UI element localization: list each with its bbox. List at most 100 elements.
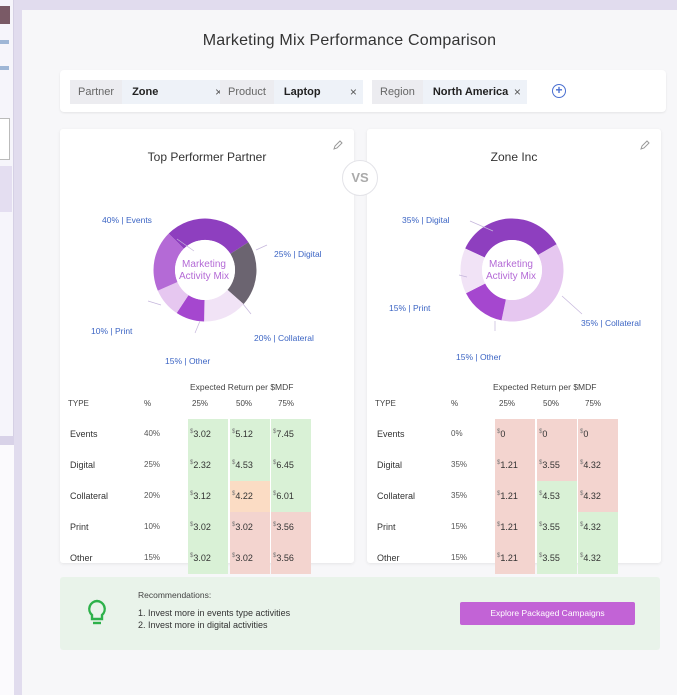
return-value: 7.45 bbox=[276, 429, 294, 439]
segment-label-print: 15% | Print bbox=[389, 303, 431, 313]
filter-key: Product bbox=[220, 80, 274, 104]
return-cell-25: $3.02 bbox=[188, 512, 228, 543]
row-type: Other bbox=[70, 553, 93, 563]
expected-return-header: Expected Return per $MDF bbox=[190, 382, 294, 392]
table-row: Digital 35% $1.21 $3.55 $4.32 bbox=[367, 450, 661, 481]
return-cell-50: $3.55 bbox=[537, 543, 577, 574]
row-pct: 25% bbox=[144, 460, 161, 469]
pencil-icon[interactable] bbox=[639, 139, 651, 151]
background-app-sliver bbox=[0, 0, 14, 695]
return-value: 3.02 bbox=[193, 522, 211, 532]
page-title: Marketing Mix Performance Comparison bbox=[202, 32, 497, 49]
return-cell-25: $1.21 bbox=[495, 481, 535, 512]
segment-label-digital: 25% | Digital bbox=[274, 249, 322, 259]
col-pct: % bbox=[144, 399, 152, 408]
segment-label-other: 15% | Other bbox=[456, 352, 502, 362]
return-value: 2.32 bbox=[193, 460, 211, 470]
filter-bar: Partner Zone × Product Laptop × Region N… bbox=[60, 70, 666, 112]
return-cell-75: $3.56 bbox=[271, 543, 311, 574]
row-type: Digital bbox=[70, 460, 96, 470]
close-icon[interactable]: × bbox=[350, 80, 357, 104]
table-row: Digital 25% $2.32 $4.53 $6.45 bbox=[60, 450, 354, 481]
row-pct: 15% bbox=[451, 553, 468, 562]
return-value: 4.22 bbox=[235, 491, 253, 501]
filter-chip-product: Product Laptop × bbox=[220, 80, 363, 104]
return-value: 1.21 bbox=[500, 460, 518, 470]
vs-badge: VS bbox=[342, 160, 378, 196]
return-cell-50: $3.02 bbox=[230, 512, 270, 543]
row-type: Print bbox=[70, 522, 89, 532]
return-value: 3.02 bbox=[235, 553, 253, 563]
segment-label-collateral: 20% | Collateral bbox=[254, 333, 314, 343]
card-top-performer: Top Performer Partner Marketing Activity… bbox=[60, 129, 354, 574]
return-value: 4.32 bbox=[583, 491, 601, 501]
background-link-bar bbox=[0, 40, 9, 44]
return-cell-25: $1.21 bbox=[495, 543, 535, 574]
return-cell-75: $6.01 bbox=[271, 481, 311, 512]
return-value: 3.56 bbox=[276, 553, 294, 563]
return-value: 3.12 bbox=[193, 491, 211, 501]
row-pct: 35% bbox=[451, 460, 468, 469]
lightbulb-icon bbox=[86, 599, 108, 632]
col-pct: % bbox=[451, 399, 459, 408]
return-value: 5.12 bbox=[235, 429, 253, 439]
table-row: Collateral 35% $1.21 $4.53 $4.32 bbox=[367, 481, 661, 512]
return-cell-50: $3.55 bbox=[537, 450, 577, 481]
col-type: TYPE bbox=[375, 399, 396, 408]
return-cell-50: $4.22 bbox=[230, 481, 270, 512]
table-row: Events 0% $0 $0 $0 bbox=[367, 419, 661, 450]
table-row: Events 40% $3.02 $5.12 $7.45 bbox=[60, 419, 354, 450]
return-cell-75: $7.45 bbox=[271, 419, 311, 450]
row-pct: 15% bbox=[451, 522, 468, 531]
return-value: 4.32 bbox=[583, 460, 601, 470]
return-value: 0 bbox=[583, 429, 589, 439]
filter-value-product[interactable]: Laptop × bbox=[273, 80, 363, 104]
return-value: 4.53 bbox=[542, 491, 560, 501]
row-type: Events bbox=[70, 429, 98, 439]
close-icon[interactable]: × bbox=[514, 80, 521, 104]
add-circle-icon[interactable]: + bbox=[552, 84, 566, 98]
return-value: 1.21 bbox=[500, 553, 518, 563]
return-cell-25: $2.32 bbox=[188, 450, 228, 481]
return-cell-50: $4.53 bbox=[537, 481, 577, 512]
row-pct: 10% bbox=[144, 522, 161, 531]
recommendation-item: 1. Invest more in events type activities bbox=[138, 608, 291, 618]
return-cell-25: $3.12 bbox=[188, 481, 228, 512]
pencil-icon[interactable] bbox=[332, 139, 344, 151]
table-header: TYPE % 25% 50% 75% bbox=[60, 399, 354, 413]
return-value: 3.55 bbox=[542, 522, 560, 532]
table-row: Other 15% $3.02 $3.02 $3.56 bbox=[60, 543, 354, 574]
table-header: TYPE % 25% 50% 75% bbox=[367, 399, 661, 413]
return-value: 1.21 bbox=[500, 522, 518, 532]
activity-mix-donut: Marketing Activity Mix 40% | Events 25% … bbox=[60, 169, 354, 369]
filter-key: Region bbox=[372, 80, 423, 104]
background-link-bar bbox=[0, 66, 9, 70]
return-cell-75: $4.32 bbox=[578, 512, 618, 543]
filter-value-region[interactable]: North America × bbox=[422, 80, 527, 104]
return-value: 3.55 bbox=[542, 553, 560, 563]
center-label-line: Marketing bbox=[182, 259, 226, 270]
return-cell-75: $4.32 bbox=[578, 450, 618, 481]
return-value: 6.45 bbox=[276, 460, 294, 470]
filter-chip-region: Region North America × bbox=[372, 80, 527, 104]
col-75: 75% bbox=[585, 399, 602, 408]
recommendations-panel: Recommendations: 1. Invest more in event… bbox=[60, 577, 660, 650]
center-label-line: Activity Mix bbox=[486, 271, 536, 282]
filter-value-partner[interactable]: Zone × bbox=[122, 80, 229, 104]
return-value: 0 bbox=[500, 429, 506, 439]
background-box bbox=[0, 118, 10, 160]
comparison-panel: Marketing Mix Performance Comparison Par… bbox=[22, 10, 677, 695]
recommendations-heading: Recommendations: bbox=[138, 590, 212, 600]
return-cell-25: $3.02 bbox=[188, 419, 228, 450]
expected-return-header: Expected Return per $MDF bbox=[493, 382, 597, 392]
table-row: Print 10% $3.02 $3.02 $3.56 bbox=[60, 512, 354, 543]
explore-campaigns-button[interactable]: Explore Packaged Campaigns bbox=[460, 602, 635, 625]
return-cell-75: $0 bbox=[578, 419, 618, 450]
row-pct: 20% bbox=[144, 491, 161, 500]
return-cell-75: $6.45 bbox=[271, 450, 311, 481]
return-cell-25: $0 bbox=[495, 419, 535, 450]
row-type: Events bbox=[377, 429, 405, 439]
return-value: 3.02 bbox=[235, 522, 253, 532]
return-value: 0 bbox=[542, 429, 548, 439]
return-cell-75: $3.56 bbox=[271, 512, 311, 543]
